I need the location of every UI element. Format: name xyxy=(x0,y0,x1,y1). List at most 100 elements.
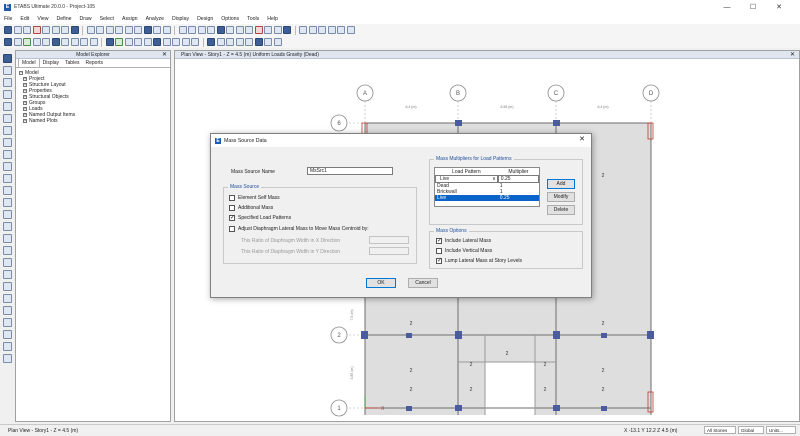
chevron-down-icon[interactable]: ∨ xyxy=(490,176,496,182)
column-marker[interactable] xyxy=(361,331,368,339)
checkbox-box[interactable] xyxy=(436,237,442,244)
story-selector[interactable]: All Stories xyxy=(704,426,736,434)
additional-mass-checkbox[interactable]: Additional Mass xyxy=(229,205,273,211)
add-button[interactable]: Add xyxy=(547,179,575,189)
ratio-y-input[interactable] xyxy=(369,247,409,255)
delete-button[interactable]: Delete xyxy=(547,205,575,215)
deselect-icon[interactable] xyxy=(318,26,326,34)
snap-points-icon[interactable] xyxy=(4,38,12,46)
column-marker[interactable] xyxy=(553,120,560,126)
grid-icon[interactable] xyxy=(264,26,272,34)
zoom-out-icon[interactable] xyxy=(96,26,104,34)
draw-opening-icon[interactable] xyxy=(134,38,142,46)
table-row-selected[interactable]: Live 0.25 xyxy=(435,195,539,201)
column-marker[interactable] xyxy=(553,331,560,339)
results-icon[interactable] xyxy=(254,38,263,46)
checkbox-box[interactable] xyxy=(229,195,235,201)
snap-ends-icon[interactable] xyxy=(13,38,22,46)
tab-model[interactable]: Model xyxy=(18,58,40,67)
expand-icon[interactable]: + xyxy=(23,101,27,105)
joint-icon[interactable] xyxy=(3,210,12,219)
checkbox-box[interactable] xyxy=(436,248,442,254)
expand-icon[interactable]: + xyxy=(23,95,27,99)
include-vertical-mass-checkbox[interactable]: Include Vertical Mass xyxy=(436,248,492,254)
menu-edit[interactable]: Edit xyxy=(20,16,29,22)
label-icon[interactable] xyxy=(337,26,345,34)
maximize-button[interactable]: ☐ xyxy=(742,0,764,14)
reshape-icon[interactable] xyxy=(3,66,12,75)
select-pointer-icon[interactable] xyxy=(3,54,12,63)
open-folder-icon[interactable] xyxy=(13,26,22,34)
pointer-icon[interactable] xyxy=(162,26,171,34)
column-marker[interactable] xyxy=(647,331,654,339)
menu-tools[interactable]: Tools xyxy=(247,16,259,22)
checkbox-box[interactable] xyxy=(229,214,235,221)
select-all-icon[interactable] xyxy=(207,38,215,46)
graph-icon[interactable] xyxy=(245,38,253,46)
checkbox-box[interactable] xyxy=(229,205,235,211)
coord-system-selector[interactable]: Global xyxy=(738,426,764,434)
cancel-button[interactable]: Cancel xyxy=(408,278,438,288)
design-icon[interactable] xyxy=(264,38,272,46)
draw-link-icon[interactable] xyxy=(143,38,152,46)
draw-brace-icon[interactable] xyxy=(105,38,114,46)
close-window-button[interactable]: ✕ xyxy=(768,0,790,14)
pier-icon[interactable] xyxy=(3,330,12,339)
zoom-in-icon[interactable] xyxy=(86,26,95,34)
elevation-view-icon[interactable] xyxy=(197,26,206,34)
menu-select[interactable]: Select xyxy=(100,16,114,22)
pan-icon[interactable] xyxy=(124,26,133,34)
draw-floor-icon[interactable] xyxy=(115,38,123,46)
snap-intersect-icon[interactable] xyxy=(32,38,41,46)
draw-joint-icon[interactable] xyxy=(70,38,79,46)
down-icon[interactable] xyxy=(216,26,225,34)
check-icon[interactable] xyxy=(273,38,282,46)
diaphragm-icon[interactable] xyxy=(3,258,12,267)
load-pattern-dropdown[interactable]: Live ∨ xyxy=(435,175,498,183)
expand-icon[interactable]: + xyxy=(23,119,27,123)
collapse-icon[interactable]: − xyxy=(19,71,23,75)
tab-display[interactable]: Display xyxy=(40,59,62,67)
wall-icon[interactable] xyxy=(3,150,12,159)
divider-icon[interactable] xyxy=(346,26,355,34)
element-self-mass-checkbox[interactable]: Element Self Mass xyxy=(229,195,280,201)
column-marker[interactable] xyxy=(553,405,560,411)
multiplier-input[interactable]: 0.25 xyxy=(497,175,539,183)
specified-load-patterns-checkbox[interactable]: Specified Load Patterns xyxy=(229,214,291,221)
group-icon[interactable] xyxy=(3,354,12,363)
modify-button[interactable]: Modify xyxy=(547,192,575,202)
extrude-icon[interactable] xyxy=(283,26,291,34)
draw-area-icon[interactable] xyxy=(3,114,12,123)
undo-icon[interactable] xyxy=(32,26,41,34)
menu-assign[interactable]: Assign xyxy=(122,16,138,22)
draw-beam-icon[interactable] xyxy=(80,38,88,46)
restore-icon[interactable] xyxy=(143,26,152,34)
poly-area-icon[interactable] xyxy=(3,138,12,147)
link-icon[interactable] xyxy=(3,234,12,243)
save-icon[interactable] xyxy=(23,26,31,34)
rotate-icon[interactable] xyxy=(226,26,234,34)
run-icon[interactable] xyxy=(70,26,79,34)
minimize-button[interactable]: — xyxy=(716,0,738,14)
3d-view-icon[interactable] xyxy=(178,26,187,34)
section-icon[interactable] xyxy=(3,174,12,183)
object-shrink-icon[interactable] xyxy=(273,26,282,34)
column-marker[interactable] xyxy=(406,406,412,411)
close-icon[interactable]: ✕ xyxy=(162,51,167,58)
draw-column-icon[interactable] xyxy=(89,38,98,46)
quick-draw-icon[interactable] xyxy=(3,102,12,111)
up-icon[interactable] xyxy=(207,26,215,34)
menu-define[interactable]: Define xyxy=(56,16,71,22)
lump-lateral-mass-checkbox[interactable]: Lump Lateral Mass at Story Levels xyxy=(436,257,522,264)
show-load-icon[interactable] xyxy=(299,26,307,34)
select-previous-icon[interactable] xyxy=(216,38,225,46)
reference-icon[interactable] xyxy=(3,198,12,207)
shadow-icon[interactable] xyxy=(245,26,253,34)
column-marker[interactable] xyxy=(455,120,462,126)
mass-source-name-input[interactable]: MsSrc1 xyxy=(307,167,393,175)
clear-icon[interactable] xyxy=(327,26,336,34)
column-marker[interactable] xyxy=(601,333,607,338)
menu-analyze[interactable]: Analyze xyxy=(146,16,164,22)
draw-frame-icon[interactable] xyxy=(3,90,12,99)
menu-help[interactable]: Help xyxy=(267,16,278,22)
